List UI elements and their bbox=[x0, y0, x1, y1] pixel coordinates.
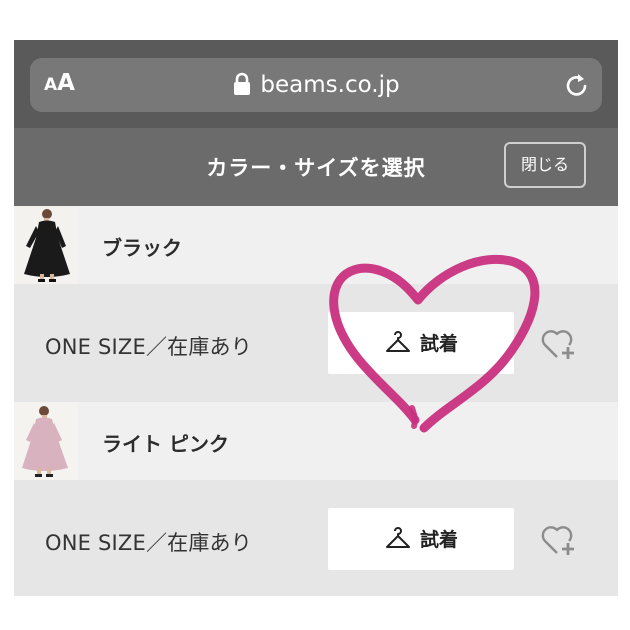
sheet-header: カラー・サイズを選択 閉じる bbox=[14, 128, 618, 206]
color-name: ブラック bbox=[102, 236, 182, 260]
try-on-label: 試着 bbox=[419, 529, 458, 551]
try-on-label: 試着 bbox=[419, 333, 458, 355]
color-name: ライト ピンク bbox=[102, 432, 229, 456]
color-row-black[interactable]: ブラック bbox=[14, 206, 618, 284]
browser-toolbar: AA beams.co.jp bbox=[14, 40, 618, 128]
url-display[interactable]: beams.co.jp bbox=[30, 71, 602, 99]
address-bar[interactable]: AA beams.co.jp bbox=[30, 58, 602, 112]
size-stock-label: ONE SIZE／在庫あり bbox=[45, 335, 252, 359]
try-on-button[interactable]: 試着 bbox=[328, 508, 514, 570]
size-row-black: ONE SIZE／在庫あり 試着 bbox=[14, 284, 618, 402]
heart-plus-icon[interactable] bbox=[540, 326, 580, 362]
product-thumbnail-light-pink bbox=[14, 402, 78, 480]
size-row-light-pink: ONE SIZE／在庫あり 試着 bbox=[14, 480, 618, 596]
close-button[interactable]: 閉じる bbox=[504, 142, 586, 188]
mobile-screen: AA beams.co.jp カラー・サイズを選択 閉じる ブラック ONE S… bbox=[14, 40, 618, 596]
product-thumbnail-black bbox=[14, 206, 78, 284]
url-text: beams.co.jp bbox=[260, 72, 400, 98]
hanger-icon bbox=[385, 526, 410, 548]
hanger-icon bbox=[385, 330, 410, 352]
lock-icon bbox=[234, 72, 251, 95]
reload-icon[interactable] bbox=[564, 71, 590, 99]
heart-plus-icon[interactable] bbox=[540, 522, 580, 558]
color-row-light-pink[interactable]: ライト ピンク bbox=[14, 402, 618, 480]
size-stock-label: ONE SIZE／在庫あり bbox=[45, 531, 252, 555]
try-on-button[interactable]: 試着 bbox=[328, 312, 514, 374]
